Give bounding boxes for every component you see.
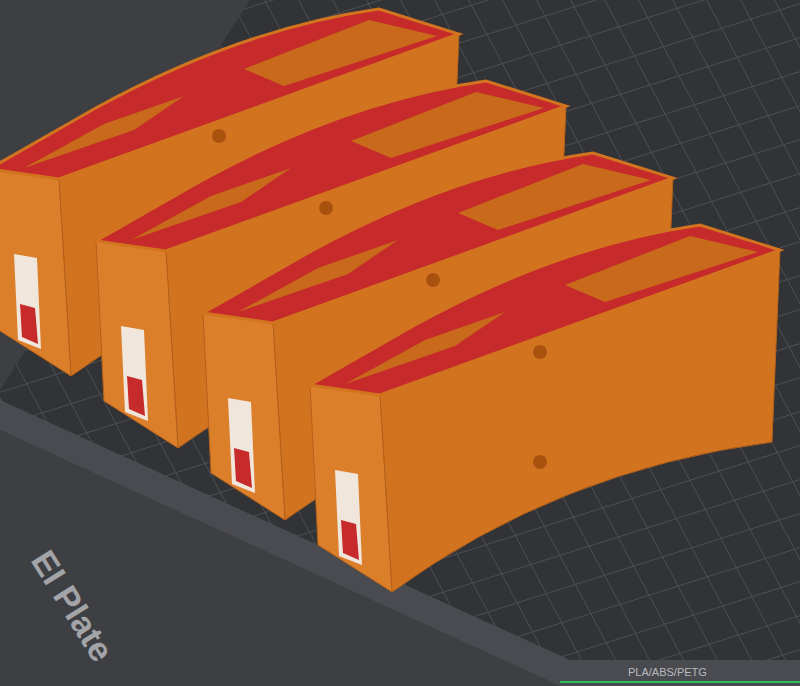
build-plate-scene[interactable]: EI Plate PLA/ABS/PETG xyxy=(0,0,800,686)
plate-edge-highlight xyxy=(560,681,800,683)
slicer-viewport[interactable]: EI Plate PLA/ABS/PETG xyxy=(0,0,800,686)
filament-label: PLA/ABS/PETG xyxy=(628,666,707,678)
printed-part[interactable] xyxy=(310,225,780,592)
plate-grid xyxy=(0,0,800,686)
plate-label: EI Plate xyxy=(24,544,121,668)
